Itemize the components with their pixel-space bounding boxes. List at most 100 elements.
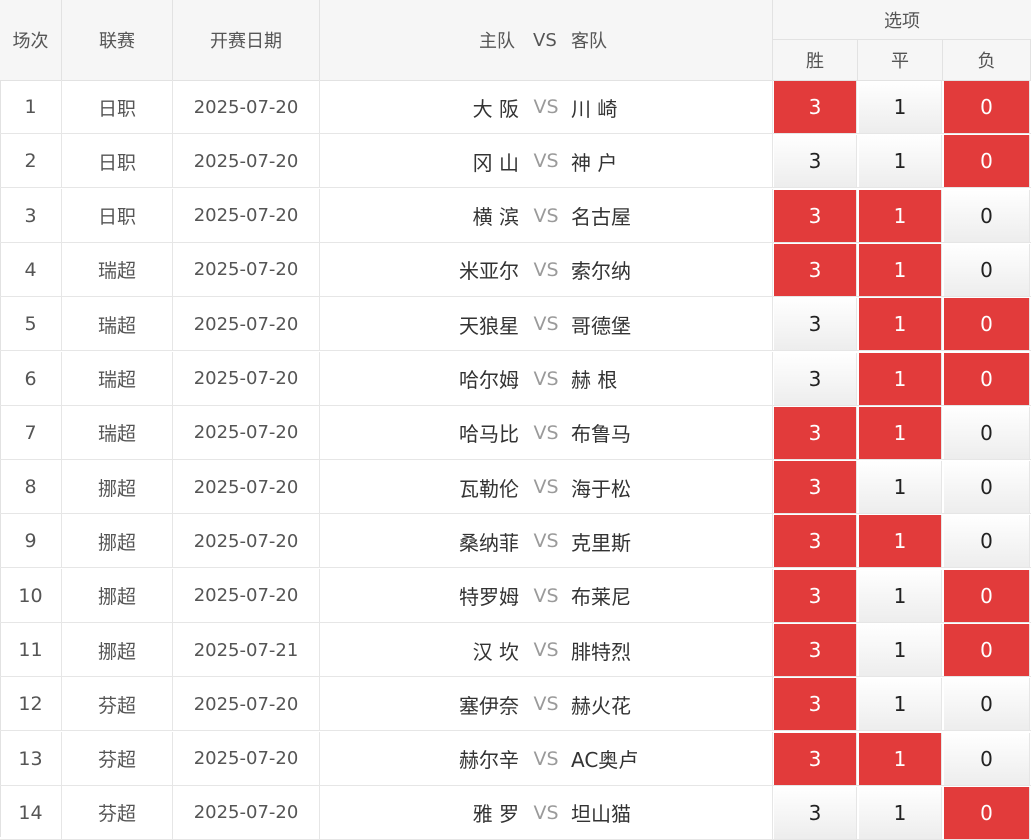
option-lose-button[interactable]: 0 bbox=[944, 678, 1030, 731]
vs-label: VS bbox=[533, 639, 559, 661]
option-lose-button[interactable]: 0 bbox=[944, 352, 1030, 405]
option-lose-button[interactable]: 0 bbox=[944, 406, 1030, 459]
option-draw-button[interactable]: 1 bbox=[859, 135, 942, 188]
league-name: 芬超 bbox=[62, 731, 173, 786]
match-no: 6 bbox=[0, 351, 62, 406]
table-row: 6 瑞超 2025-07-20 哈尔姆 VS 赫 根 310 bbox=[0, 351, 1031, 406]
away-team: 川 崎 bbox=[571, 96, 618, 121]
home-team: 冈 山 bbox=[472, 150, 519, 175]
table-row: 2 日职 2025-07-20 冈 山 VS 神 户 310 bbox=[0, 134, 1031, 189]
home-team: 哈马比 bbox=[459, 422, 519, 447]
option-lose-button[interactable]: 0 bbox=[944, 786, 1030, 839]
table-row: 10 挪超 2025-07-20 特罗姆 VS 布莱尼 3 1 0 bbox=[0, 568, 1031, 623]
option-win-button[interactable]: 3 bbox=[774, 352, 857, 405]
away-team: 名古屋 bbox=[571, 205, 631, 230]
option-lose-button[interactable]: 0 bbox=[944, 298, 1030, 351]
match-date: 2025-07-20 bbox=[173, 242, 320, 297]
league-name: 挪超 bbox=[62, 568, 173, 623]
home-team: 哈尔姆 bbox=[459, 368, 519, 392]
vs-label: VS bbox=[533, 258, 559, 281]
matchup: 瓦勒伦 VS 海于松 bbox=[320, 460, 773, 515]
match-no: 2 bbox=[0, 134, 62, 189]
league-name: 瑞超 bbox=[62, 297, 173, 352]
option-draw-button[interactable]: 1 bbox=[859, 569, 942, 622]
option-win-button[interactable]: 3 bbox=[774, 624, 857, 676]
option-draw-button[interactable]: 1 bbox=[859, 406, 942, 459]
option-win-button[interactable]: 3 bbox=[774, 732, 857, 785]
option-win-button[interactable]: 3 bbox=[774, 515, 857, 568]
header-options: 选项 bbox=[773, 0, 1031, 40]
match-date: 2025-07-21 bbox=[173, 623, 320, 677]
away-team: 坦山猫 bbox=[571, 802, 631, 827]
option-lose-button[interactable]: 0 bbox=[944, 569, 1030, 622]
header-option-win: 胜 bbox=[773, 40, 858, 80]
option-draw-button[interactable]: 1 bbox=[859, 624, 942, 676]
option-draw-button[interactable]: 1 bbox=[859, 515, 942, 568]
home-team: 瓦勒伦 bbox=[459, 476, 519, 501]
option-lose-button[interactable]: 0 bbox=[944, 135, 1030, 188]
league-name: 瑞超 bbox=[62, 242, 173, 297]
option-win-button[interactable]: 3 bbox=[774, 406, 857, 459]
option-lose-button[interactable]: 0 bbox=[944, 189, 1030, 242]
away-team: 克里斯 bbox=[571, 530, 631, 555]
league-name: 日职 bbox=[62, 80, 173, 134]
league-name: 挪超 bbox=[62, 460, 173, 515]
option-win-button[interactable]: 3 bbox=[774, 678, 857, 731]
header-home: 主队 bbox=[479, 31, 515, 52]
option-win-button[interactable]: 3 bbox=[774, 461, 857, 514]
home-team: 雅 罗 bbox=[472, 802, 519, 827]
option-win-button[interactable]: 3 bbox=[774, 81, 857, 133]
match-no: 14 bbox=[0, 785, 62, 840]
away-team: 赫 根 bbox=[571, 368, 618, 392]
table-header: 场次 联赛 开赛日期 主队 VS 客队 选项 胜 平 负 bbox=[0, 0, 1031, 81]
matchup: 米亚尔 VS 索尔纳 bbox=[320, 242, 773, 297]
matchup: 雅 罗 VS 坦山猫 bbox=[320, 785, 773, 840]
option-lose-button[interactable]: 0 bbox=[944, 243, 1030, 296]
vs-label: VS bbox=[533, 96, 559, 118]
league-name: 瑞超 bbox=[62, 405, 173, 460]
option-draw-button[interactable]: 1 bbox=[859, 243, 942, 296]
match-date: 2025-07-20 bbox=[173, 134, 320, 189]
away-team: 布莱尼 bbox=[571, 585, 631, 610]
option-win-button[interactable]: 3 bbox=[774, 298, 857, 351]
option-win-button[interactable]: 3 bbox=[774, 569, 857, 622]
matchup: 汉 坎 VS 腓特烈 bbox=[320, 623, 773, 677]
option-draw-button[interactable]: 1 bbox=[859, 189, 942, 242]
match-date: 2025-07-20 bbox=[173, 677, 320, 732]
home-team: 特罗姆 bbox=[459, 585, 519, 610]
option-draw-button[interactable]: 1 bbox=[859, 81, 942, 133]
option-lose-button[interactable]: 0 bbox=[944, 624, 1030, 676]
option-draw-button[interactable]: 1 bbox=[859, 352, 942, 405]
match-date: 2025-07-20 bbox=[173, 80, 320, 134]
option-win-button[interactable]: 3 bbox=[774, 786, 857, 839]
match-no: 10 bbox=[0, 568, 62, 623]
match-date: 2025-07-20 bbox=[173, 568, 320, 623]
match-no: 7 bbox=[0, 405, 62, 460]
vs-label: VS bbox=[533, 801, 559, 824]
matchup: 横 滨 VS 名古屋 bbox=[320, 188, 773, 243]
option-draw-button[interactable]: 1 bbox=[859, 461, 942, 514]
option-draw-button[interactable]: 1 bbox=[859, 786, 942, 839]
option-lose-button[interactable]: 0 bbox=[944, 732, 1030, 785]
option-lose-button[interactable]: 0 bbox=[944, 461, 1030, 514]
header-league: 联赛 bbox=[62, 0, 173, 80]
table-row: 12 芬超 2025-07-20 塞伊奈 VS 赫火花 3 1 0 bbox=[0, 677, 1031, 732]
matchup: 特罗姆 VS 布莱尼 bbox=[320, 568, 773, 623]
option-win-button[interactable]: 3 bbox=[774, 243, 857, 296]
league-name: 瑞超 bbox=[62, 351, 173, 406]
option-draw-button[interactable]: 1 bbox=[859, 298, 942, 351]
vs-label: VS bbox=[533, 476, 559, 499]
away-team: 哥德堡 bbox=[571, 313, 631, 338]
option-win-button[interactable]: 3 bbox=[774, 135, 857, 188]
option-lose-button[interactable]: 0 bbox=[944, 515, 1030, 568]
vs-label: VS bbox=[533, 421, 559, 444]
option-win-button[interactable]: 3 bbox=[774, 189, 857, 242]
match-date: 2025-07-20 bbox=[173, 405, 320, 460]
league-name: 挪超 bbox=[62, 623, 173, 677]
option-lose-button[interactable]: 0 bbox=[944, 81, 1030, 133]
vs-label: VS bbox=[533, 584, 559, 607]
option-draw-button[interactable]: 1 bbox=[859, 678, 942, 731]
match-date: 2025-07-20 bbox=[173, 514, 320, 569]
option-draw-button[interactable]: 1 bbox=[859, 732, 942, 785]
matchup: 天狼星 VS 哥德堡 bbox=[320, 297, 773, 352]
